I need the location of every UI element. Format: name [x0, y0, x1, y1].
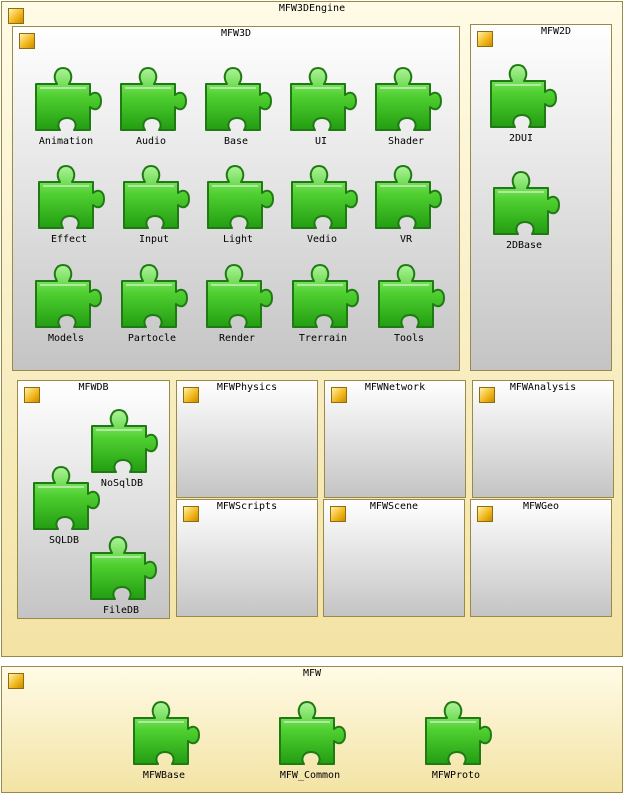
component-audio[interactable]: Audio: [111, 64, 191, 158]
package-title: MFW: [302, 668, 322, 679]
package-mfwnetwork[interactable]: MFWNetwork: [324, 380, 466, 498]
component-ui[interactable]: UI: [281, 64, 361, 158]
component-label: MFW_Common: [279, 770, 341, 781]
component-label: Partocle: [127, 333, 177, 344]
puzzle-piece-icon: [290, 162, 358, 230]
component-label: FileDB: [102, 605, 140, 616]
puzzle-piece-icon: [89, 533, 157, 601]
component-light[interactable]: Light: [198, 162, 278, 256]
component-label: Animation: [38, 136, 94, 147]
component-label: Models: [47, 333, 85, 344]
package-title: MFWScene: [369, 501, 419, 512]
puzzle-piece-icon: [289, 64, 357, 132]
puzzle-piece-icon: [492, 168, 560, 236]
puzzle-piece-icon: [32, 463, 100, 531]
puzzle-piece-icon: [424, 698, 492, 766]
component-filedb[interactable]: FileDB: [81, 533, 161, 627]
package-mfwanalysis[interactable]: MFWAnalysis: [472, 380, 614, 498]
puzzle-piece-icon: [132, 698, 200, 766]
component-vr[interactable]: VR: [366, 162, 446, 256]
package-title: MFW2D: [540, 26, 572, 37]
puzzle-piece-icon: [291, 261, 359, 329]
component-label: Light: [222, 234, 254, 245]
component-mfwproto[interactable]: MFWProto: [416, 698, 496, 792]
component-mfw-common[interactable]: MFW_Common: [270, 698, 350, 792]
component-input[interactable]: Input: [114, 162, 194, 256]
component-render[interactable]: Render: [197, 261, 277, 355]
component-label: Audio: [135, 136, 167, 147]
package-title: MFWAnalysis: [509, 382, 577, 393]
page: { "engine": { "title": "MFW3DEngine" }, …: [0, 0, 626, 795]
component-tools[interactable]: Tools: [369, 261, 449, 355]
component-animation[interactable]: Animation: [26, 64, 106, 158]
component-trerrain[interactable]: Trerrain: [283, 261, 363, 355]
package-mfwgeo[interactable]: MFWGeo: [470, 499, 612, 617]
package-title: MFW3DEngine: [278, 3, 346, 14]
puzzle-piece-icon: [278, 698, 346, 766]
component-label: 2DBase: [505, 240, 543, 251]
puzzle-piece-icon: [119, 64, 187, 132]
component-label: Trerrain: [298, 333, 348, 344]
puzzle-piece-icon: [122, 162, 190, 230]
component-base[interactable]: Base: [196, 64, 276, 158]
puzzle-piece-icon: [34, 64, 102, 132]
component-label: Render: [218, 333, 256, 344]
component-2dui[interactable]: 2DUI: [481, 61, 561, 155]
component-label: MFWBase: [142, 770, 186, 781]
package-mfwscene[interactable]: MFWScene: [323, 499, 465, 617]
component-shader[interactable]: Shader: [366, 64, 446, 158]
package-mfwscripts[interactable]: MFWScripts: [176, 499, 318, 617]
puzzle-piece-icon: [205, 261, 273, 329]
puzzle-piece-icon: [37, 162, 105, 230]
component-vedio[interactable]: Vedio: [282, 162, 362, 256]
component-label: UI: [314, 136, 328, 147]
puzzle-piece-icon: [206, 162, 274, 230]
puzzle-piece-icon: [377, 261, 445, 329]
component-partocle[interactable]: Partocle: [112, 261, 192, 355]
component-label: VR: [399, 234, 413, 245]
component-label: MFWProto: [431, 770, 481, 781]
component-2dbase[interactable]: 2DBase: [484, 168, 564, 262]
puzzle-piece-icon: [34, 261, 102, 329]
puzzle-piece-icon: [120, 261, 188, 329]
package-title: MFWPhysics: [216, 382, 278, 393]
puzzle-piece-icon: [374, 64, 442, 132]
package-title: MFWGeo: [522, 501, 560, 512]
package-title: MFW3D: [220, 28, 252, 39]
puzzle-piece-icon: [204, 64, 272, 132]
component-effect[interactable]: Effect: [29, 162, 109, 256]
package-mfwphysics[interactable]: MFWPhysics: [176, 380, 318, 498]
package-title: MFWScripts: [216, 501, 278, 512]
package-title: MFWDB: [78, 382, 109, 393]
component-label: 2DUI: [508, 133, 534, 144]
component-label: Input: [138, 234, 170, 245]
component-label: Vedio: [306, 234, 338, 245]
puzzle-piece-icon: [374, 162, 442, 230]
component-mfwbase[interactable]: MFWBase: [124, 698, 204, 792]
component-models[interactable]: Models: [26, 261, 106, 355]
package-icon: [477, 31, 493, 47]
puzzle-piece-icon: [489, 61, 557, 129]
component-label: Tools: [393, 333, 425, 344]
package-title: MFWNetwork: [364, 382, 426, 393]
component-label: Effect: [50, 234, 88, 245]
component-label: Shader: [387, 136, 425, 147]
component-label: Base: [223, 136, 249, 147]
